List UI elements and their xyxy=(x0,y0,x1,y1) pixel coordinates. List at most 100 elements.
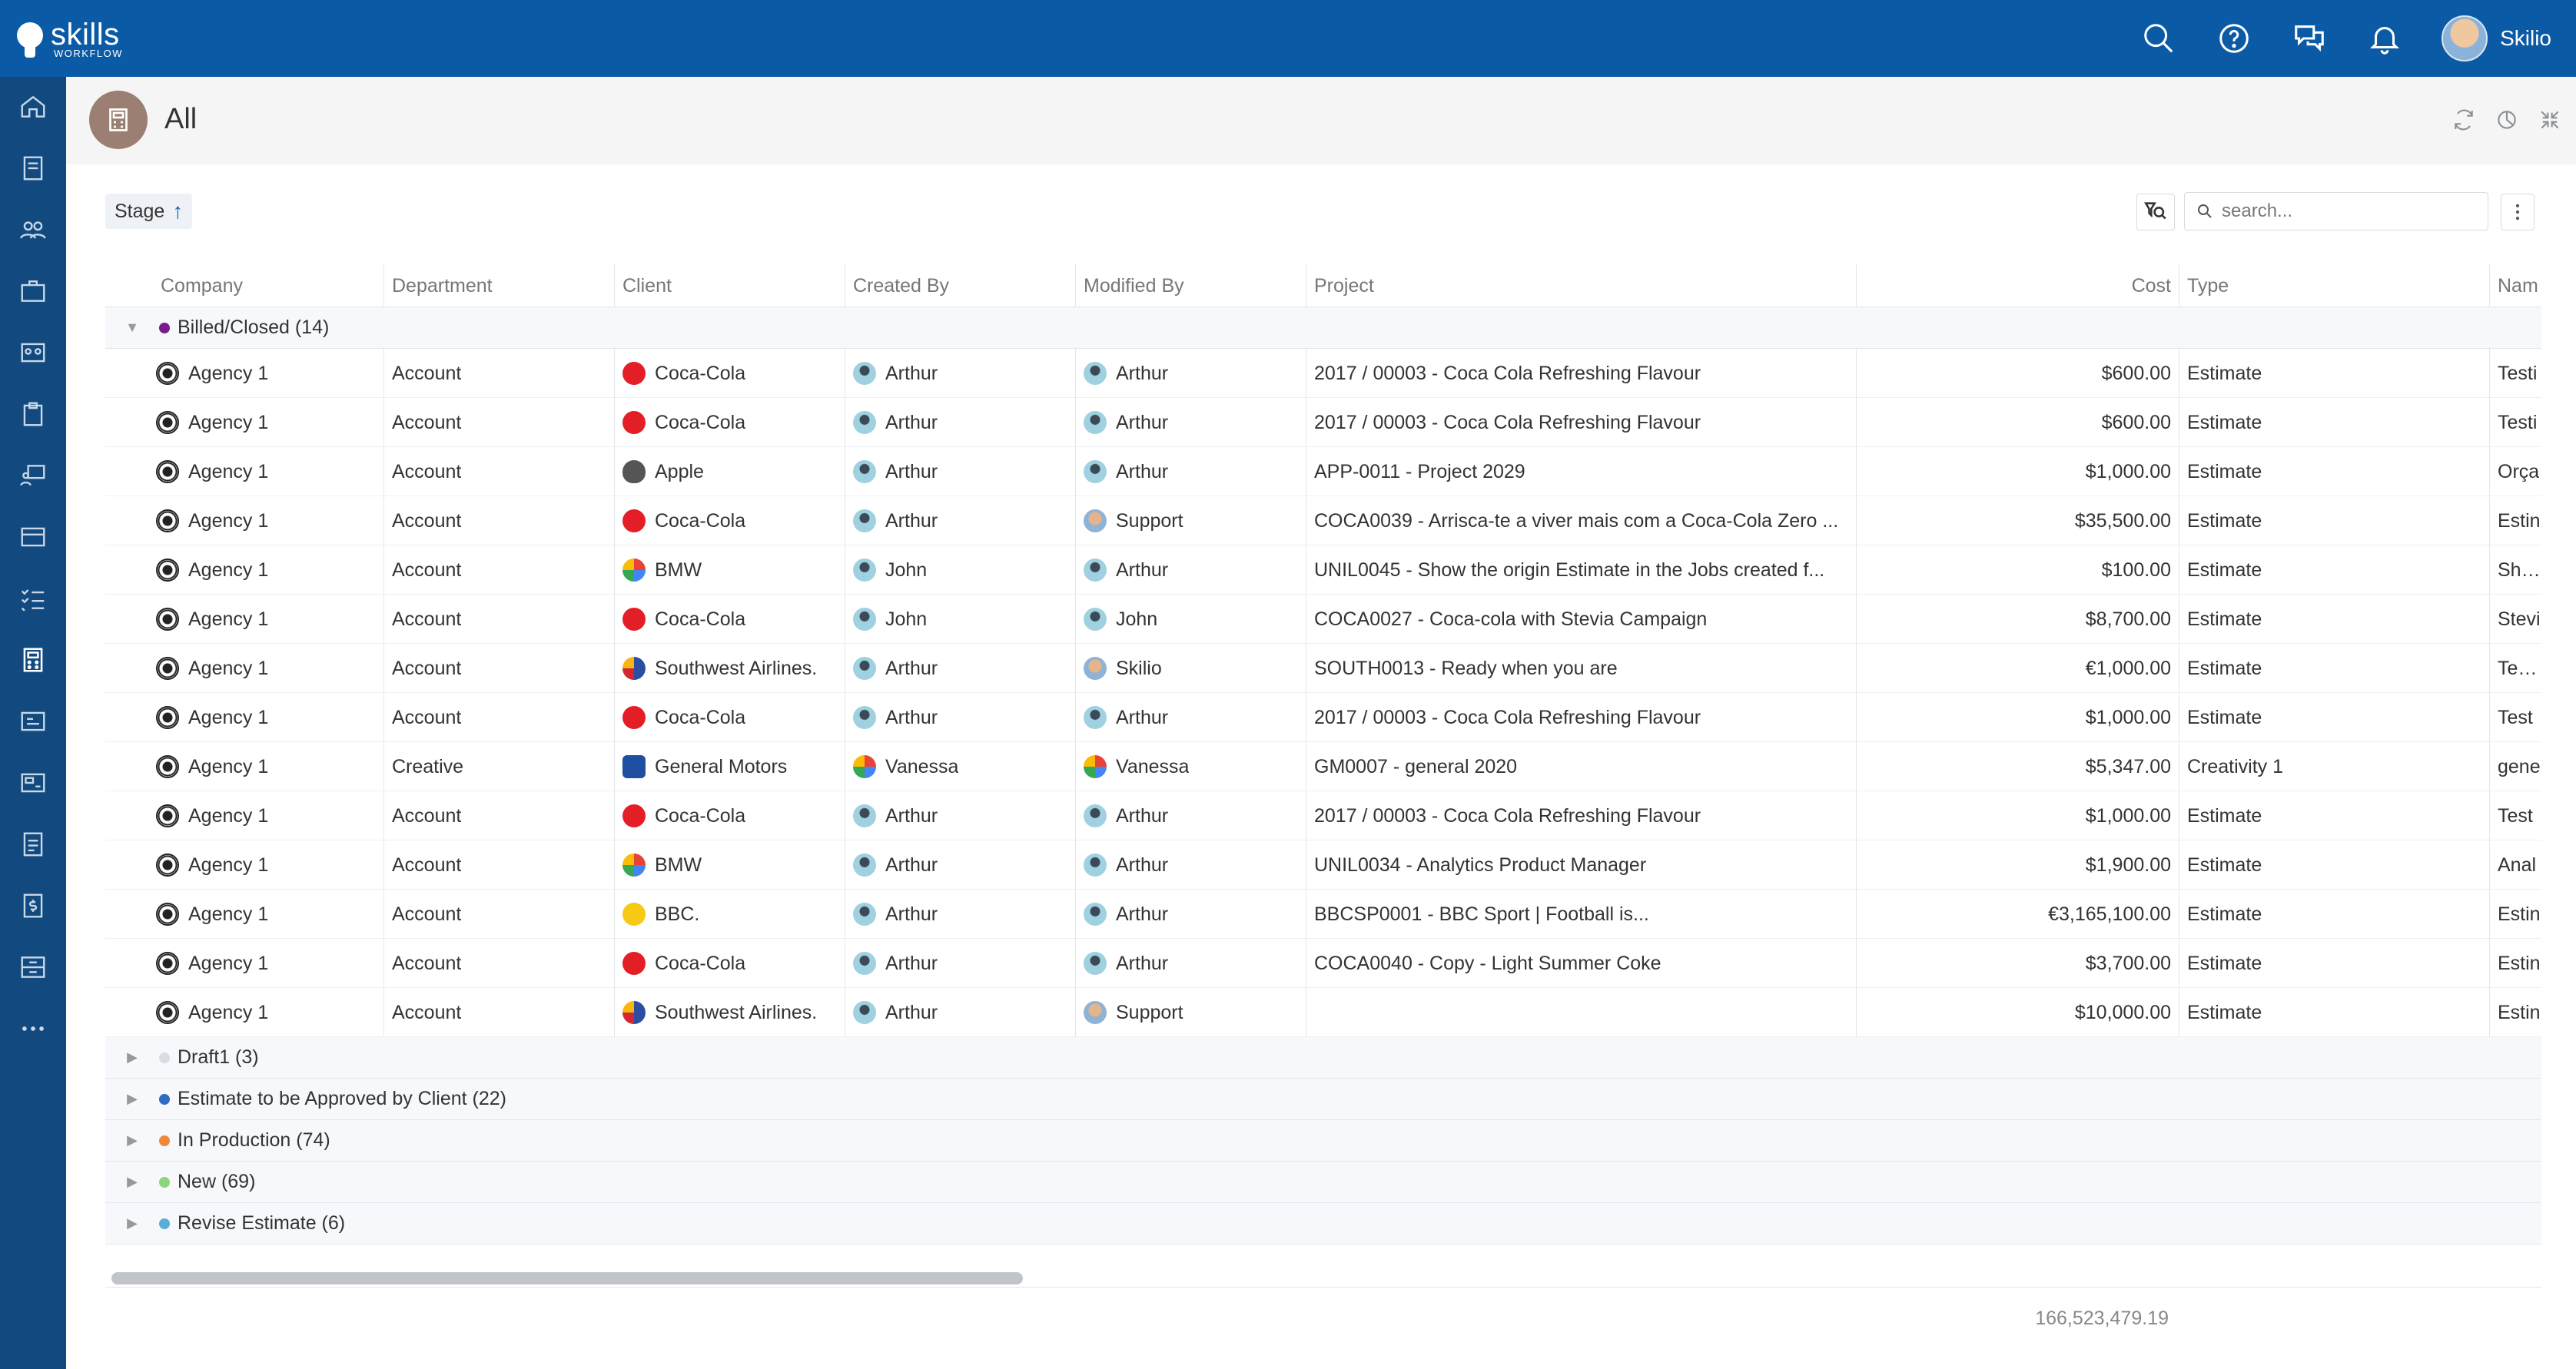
table-row[interactable]: Agency 1 Account Coca-Cola Arthur Arthur 2017… xyxy=(105,693,2541,742)
cell-client[interactable]: General Motors xyxy=(614,742,845,791)
cell-department[interactable]: Account xyxy=(383,840,614,890)
clipboard-icon[interactable] xyxy=(15,396,51,432)
table-row[interactable]: Agency 1 Account Coca-Cola John John COCA0027… xyxy=(105,595,2541,644)
cell-company[interactable]: Agency 1 xyxy=(105,939,383,988)
cell-name[interactable]: Stevi xyxy=(2489,595,2541,644)
cell-type[interactable]: Estimate xyxy=(2179,939,2489,988)
cell-client[interactable]: Coca-Cola xyxy=(614,595,845,644)
cell-client[interactable]: BBC. xyxy=(614,890,845,939)
cell-cost[interactable]: $600.00 xyxy=(1856,398,2179,447)
cell-company[interactable]: Agency 1 xyxy=(105,644,383,693)
cell-department[interactable]: Account xyxy=(383,349,614,398)
cell-name[interactable]: gene xyxy=(2489,742,2541,791)
bell-icon[interactable] xyxy=(2366,20,2403,57)
cell-department[interactable]: Account xyxy=(383,595,614,644)
cell-created-by[interactable]: Arthur xyxy=(845,840,1075,890)
column-header-company[interactable]: Company xyxy=(153,264,383,307)
table-row[interactable]: Agency 1 Account Coca-Cola Arthur Support COC… xyxy=(105,496,2541,545)
search-field[interactable] xyxy=(2184,192,2488,230)
cell-company[interactable]: Agency 1 xyxy=(105,545,383,595)
cell-client[interactable]: Coca-Cola xyxy=(614,939,845,988)
cell-cost[interactable]: $1,000.00 xyxy=(1856,693,2179,742)
cell-department[interactable]: Account xyxy=(383,447,614,496)
cell-name[interactable]: Test xyxy=(2489,791,2541,840)
cell-project[interactable]: APP-0011 - Project 2029 xyxy=(1306,447,1856,496)
cell-created-by[interactable]: Arthur xyxy=(845,791,1075,840)
cell-modified-by[interactable]: Arthur xyxy=(1075,840,1306,890)
cell-created-by[interactable]: Arthur xyxy=(845,398,1075,447)
app-logo[interactable]: skills WORKFLOW xyxy=(17,17,123,60)
table-row[interactable]: Agency 1 Account Southwest Airlines. Arthur… xyxy=(105,644,2541,693)
cell-department[interactable]: Account xyxy=(383,644,614,693)
cell-company[interactable]: Agency 1 xyxy=(105,988,383,1037)
column-header-type[interactable]: Type xyxy=(2179,264,2489,307)
table-row[interactable]: Agency 1 Creative General Motors Vanessa Van… xyxy=(105,742,2541,791)
briefcase-icon[interactable] xyxy=(15,273,51,309)
cell-modified-by[interactable]: Arthur xyxy=(1075,545,1306,595)
billing-icon[interactable] xyxy=(15,888,51,923)
cell-type[interactable]: Estimate xyxy=(2179,595,2489,644)
cell-company[interactable]: Agency 1 xyxy=(105,742,383,791)
search-icon[interactable] xyxy=(2140,20,2177,57)
cell-name[interactable]: Anal xyxy=(2489,840,2541,890)
cell-type[interactable]: Estimate xyxy=(2179,349,2489,398)
cell-created-by[interactable]: Arthur xyxy=(845,447,1075,496)
scrollbar-thumb[interactable] xyxy=(111,1272,1023,1284)
archive-icon[interactable] xyxy=(15,950,51,985)
column-header-modified-by[interactable]: Modified By xyxy=(1075,264,1306,307)
checklist-icon[interactable] xyxy=(15,581,51,616)
table-row[interactable]: Agency 1 Account Southwest Airlines. Arthur… xyxy=(105,988,2541,1037)
group-row[interactable]: ▶ Draft1 (3) xyxy=(105,1037,2541,1079)
group-row[interactable]: ▶ Estimate to be Approved by Client (22) xyxy=(105,1079,2541,1120)
cell-type[interactable]: Estimate xyxy=(2179,890,2489,939)
collapse-icon[interactable] xyxy=(2536,106,2564,134)
cell-modified-by[interactable]: Arthur xyxy=(1075,693,1306,742)
cell-project[interactable]: 2017 / 00003 - Coca Cola Refreshing Flav… xyxy=(1306,791,1856,840)
cell-modified-by[interactable]: Vanessa xyxy=(1075,742,1306,791)
column-header-department[interactable]: Department xyxy=(383,264,614,307)
people-icon[interactable] xyxy=(15,212,51,247)
group-row[interactable]: ▶ In Production (74) xyxy=(105,1120,2541,1162)
cell-project[interactable] xyxy=(1306,988,1856,1037)
cell-department[interactable]: Account xyxy=(383,693,614,742)
cell-modified-by[interactable]: Arthur xyxy=(1075,349,1306,398)
cell-type[interactable]: Estimate xyxy=(2179,644,2489,693)
cell-created-by[interactable]: Arthur xyxy=(845,496,1075,545)
column-header-name[interactable]: Nam xyxy=(2489,264,2541,307)
cell-type[interactable]: Estimate xyxy=(2179,840,2489,890)
table-row[interactable]: Agency 1 Account BBC. Arthur Arthur BBCSP0001… xyxy=(105,890,2541,939)
cell-company[interactable]: Agency 1 xyxy=(105,890,383,939)
cell-client[interactable]: Coca-Cola xyxy=(614,693,845,742)
cell-project[interactable]: GM0007 - general 2020 xyxy=(1306,742,1856,791)
cell-department[interactable]: Account xyxy=(383,791,614,840)
more-options-button[interactable] xyxy=(2501,194,2535,230)
cell-company[interactable]: Agency 1 xyxy=(105,595,383,644)
cell-client[interactable]: Coca-Cola xyxy=(614,349,845,398)
cell-department[interactable]: Account xyxy=(383,398,614,447)
cell-cost[interactable]: $3,700.00 xyxy=(1856,939,2179,988)
cell-type[interactable]: Estimate xyxy=(2179,791,2489,840)
group-row[interactable]: ▶ New (69) xyxy=(105,1162,2541,1203)
search-input[interactable] xyxy=(2222,201,2468,222)
horizontal-scrollbar[interactable] xyxy=(105,1271,2541,1288)
document-icon[interactable] xyxy=(15,151,51,186)
cell-cost[interactable]: $100.00 xyxy=(1856,545,2179,595)
column-header-client[interactable]: Client xyxy=(614,264,845,307)
chart-icon[interactable] xyxy=(2493,106,2521,134)
chat-icon[interactable] xyxy=(2291,20,2328,57)
cell-client[interactable]: Coca-Cola xyxy=(614,791,845,840)
invoice-icon[interactable] xyxy=(15,765,51,801)
cell-company[interactable]: Agency 1 xyxy=(105,496,383,545)
cell-modified-by[interactable]: Skilio xyxy=(1075,644,1306,693)
group-row[interactable]: ▶ Revise Estimate (6) xyxy=(105,1203,2541,1245)
cell-client[interactable]: Southwest Airlines. xyxy=(614,988,845,1037)
cell-cost[interactable]: €1,000.00 xyxy=(1856,644,2179,693)
cell-created-by[interactable]: Arthur xyxy=(845,693,1075,742)
cell-modified-by[interactable]: John xyxy=(1075,595,1306,644)
home-icon[interactable] xyxy=(15,89,51,124)
group-row[interactable]: ▼ Billed/Closed (14) xyxy=(105,307,2541,349)
cell-name[interactable]: Estin xyxy=(2489,939,2541,988)
cell-cost[interactable]: $1,900.00 xyxy=(1856,840,2179,890)
cell-cost[interactable]: $600.00 xyxy=(1856,349,2179,398)
column-header-cost[interactable]: Cost xyxy=(1856,264,2179,307)
